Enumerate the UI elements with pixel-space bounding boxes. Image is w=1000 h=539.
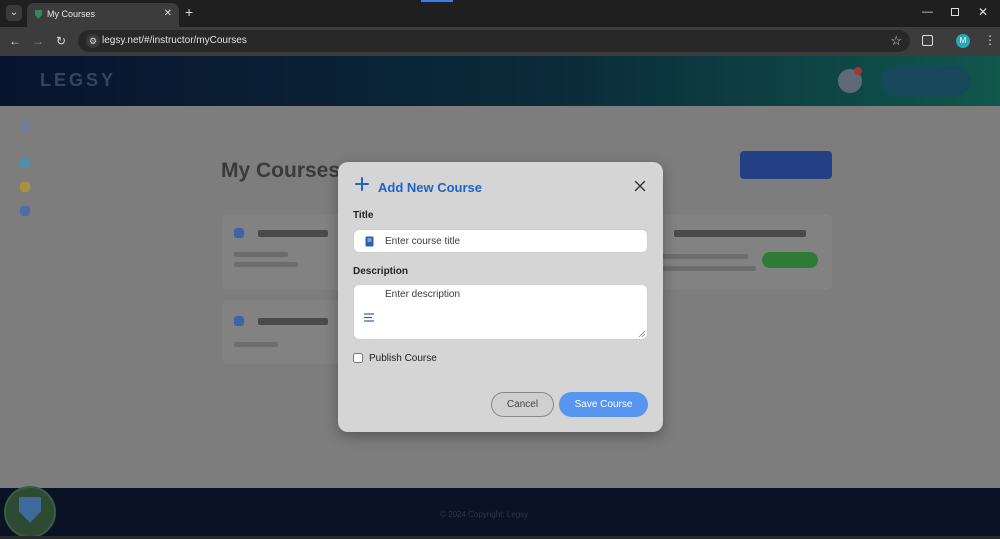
save-course-button[interactable]: Save Course (559, 392, 648, 417)
back-icon[interactable]: ← (9, 34, 21, 48)
modal-title: Add New Course (378, 180, 483, 195)
browser-menu-icon[interactable]: ⋮ (984, 33, 996, 47)
sidebar-icon-star[interactable] (20, 182, 30, 192)
description-textarea[interactable] (385, 289, 643, 337)
plus-icon (355, 177, 369, 191)
shield-icon (19, 497, 41, 523)
url-text[interactable]: legsy.net/#/instructor/myCourses (102, 35, 247, 46)
course-card-text (234, 342, 278, 347)
course-card[interactable] (660, 214, 832, 290)
published-badge (762, 252, 818, 268)
course-card-title (258, 318, 328, 325)
sidebar-icon-info[interactable] (20, 206, 30, 216)
forward-icon[interactable]: → (32, 34, 44, 48)
new-tab-icon[interactable]: + (185, 4, 193, 20)
profile-avatar[interactable]: M (956, 34, 970, 48)
extensions-icon[interactable] (922, 35, 933, 46)
lines-icon (364, 313, 374, 322)
reload-icon[interactable]: ↻ (56, 34, 66, 48)
page-heading: My Courses (221, 159, 341, 182)
sidebar-icon-courses[interactable] (20, 158, 30, 168)
close-icon[interactable] (634, 180, 646, 192)
title-field[interactable] (353, 229, 648, 253)
course-card[interactable] (222, 214, 342, 290)
course-card-text (662, 266, 756, 271)
site-footer: © 2024 Copyright: Legsy (0, 488, 1000, 539)
browser-tab-bar: ⌄ My Courses ✕ + — ✕ (0, 0, 1000, 27)
tab-close-icon[interactable]: ✕ (164, 8, 172, 19)
tab-title: My Courses (47, 9, 96, 19)
window-close-icon[interactable]: ✕ (978, 5, 988, 19)
add-course-modal: Add New Course Title Description Publish… (338, 162, 663, 432)
description-label: Description (353, 266, 409, 277)
logout-button[interactable] (880, 66, 970, 96)
book-icon (365, 236, 374, 247)
browser-tab[interactable]: My Courses ✕ (27, 3, 179, 27)
browser-toolbar: ← → ↻ ⚙ legsy.net/#/instructor/myCourses… (0, 27, 1000, 56)
window-minimize-icon[interactable]: — (922, 6, 933, 18)
bookmark-star-icon[interactable]: ☆ (890, 33, 902, 49)
tab-search-button[interactable]: ⌄ (6, 5, 22, 21)
course-icon (234, 316, 244, 326)
publish-label[interactable]: Publish Course (369, 353, 437, 364)
course-card-title (674, 230, 806, 237)
window-restore-icon[interactable] (951, 8, 959, 16)
footer-copyright: © 2024 Copyright: Legsy (440, 510, 529, 519)
course-card-text (234, 252, 288, 257)
resize-handle-icon[interactable] (639, 331, 645, 337)
tab-strip-accent (421, 0, 453, 2)
legsy-badge-logo (4, 486, 56, 538)
notification-badge (854, 67, 862, 75)
title-label: Title (353, 210, 374, 221)
site-favicon-icon (35, 10, 42, 19)
description-field[interactable] (353, 284, 648, 340)
address-bar[interactable]: ⚙ legsy.net/#/instructor/myCourses ☆ (78, 30, 910, 52)
course-card-text (234, 262, 298, 267)
cancel-button[interactable]: Cancel (491, 392, 554, 417)
site-info-icon[interactable]: ⚙ (86, 34, 100, 48)
course-card[interactable] (222, 300, 342, 364)
course-card-title (258, 230, 328, 237)
course-card-text (662, 254, 748, 259)
site-logo: LEGSY (40, 70, 117, 90)
site-header: LEGSY (0, 56, 1000, 106)
publish-checkbox[interactable] (353, 353, 363, 363)
course-icon (234, 228, 244, 238)
course-title-input[interactable] (385, 231, 643, 251)
add-course-button[interactable] (740, 151, 832, 179)
sidebar-icon-home[interactable] (20, 122, 30, 132)
